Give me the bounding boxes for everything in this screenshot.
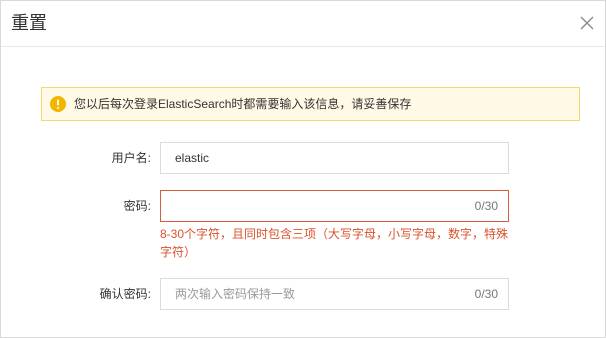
password-input[interactable]: 0/30 bbox=[160, 190, 509, 222]
dialog-header: 重置 bbox=[1, 1, 605, 47]
warning-icon bbox=[50, 96, 66, 112]
password-counter: 0/30 bbox=[474, 199, 498, 213]
dialog-title: 重置 bbox=[11, 13, 47, 33]
alert-text: 您以后每次登录ElasticSearch时都需要输入该信息，请妥善保存 bbox=[74, 97, 412, 111]
close-button[interactable] bbox=[577, 13, 597, 33]
reset-dialog: 重置 您以后每次登录ElasticSearch时都需要输入该信息，请妥善保存 用… bbox=[0, 0, 606, 338]
password-label: 密码: bbox=[123, 199, 151, 213]
password-error-message: 8-30个字符，且同时包含三项（大写字母，小写字母，数字，特殊字符） bbox=[160, 227, 509, 259]
confirm-password-counter: 0/30 bbox=[474, 287, 498, 301]
confirm-password-input[interactable]: 两次输入密码保持一致 0/30 bbox=[160, 278, 509, 310]
close-icon bbox=[580, 16, 594, 30]
info-alert: 您以后每次登录ElasticSearch时都需要输入该信息，请妥善保存 bbox=[41, 87, 580, 121]
username-value: elastic bbox=[175, 151, 210, 165]
username-input[interactable]: elastic bbox=[160, 142, 509, 174]
confirm-password-label: 确认密码: bbox=[99, 287, 151, 301]
confirm-password-placeholder: 两次输入密码保持一致 bbox=[175, 287, 296, 301]
username-label: 用户名: bbox=[111, 151, 151, 165]
